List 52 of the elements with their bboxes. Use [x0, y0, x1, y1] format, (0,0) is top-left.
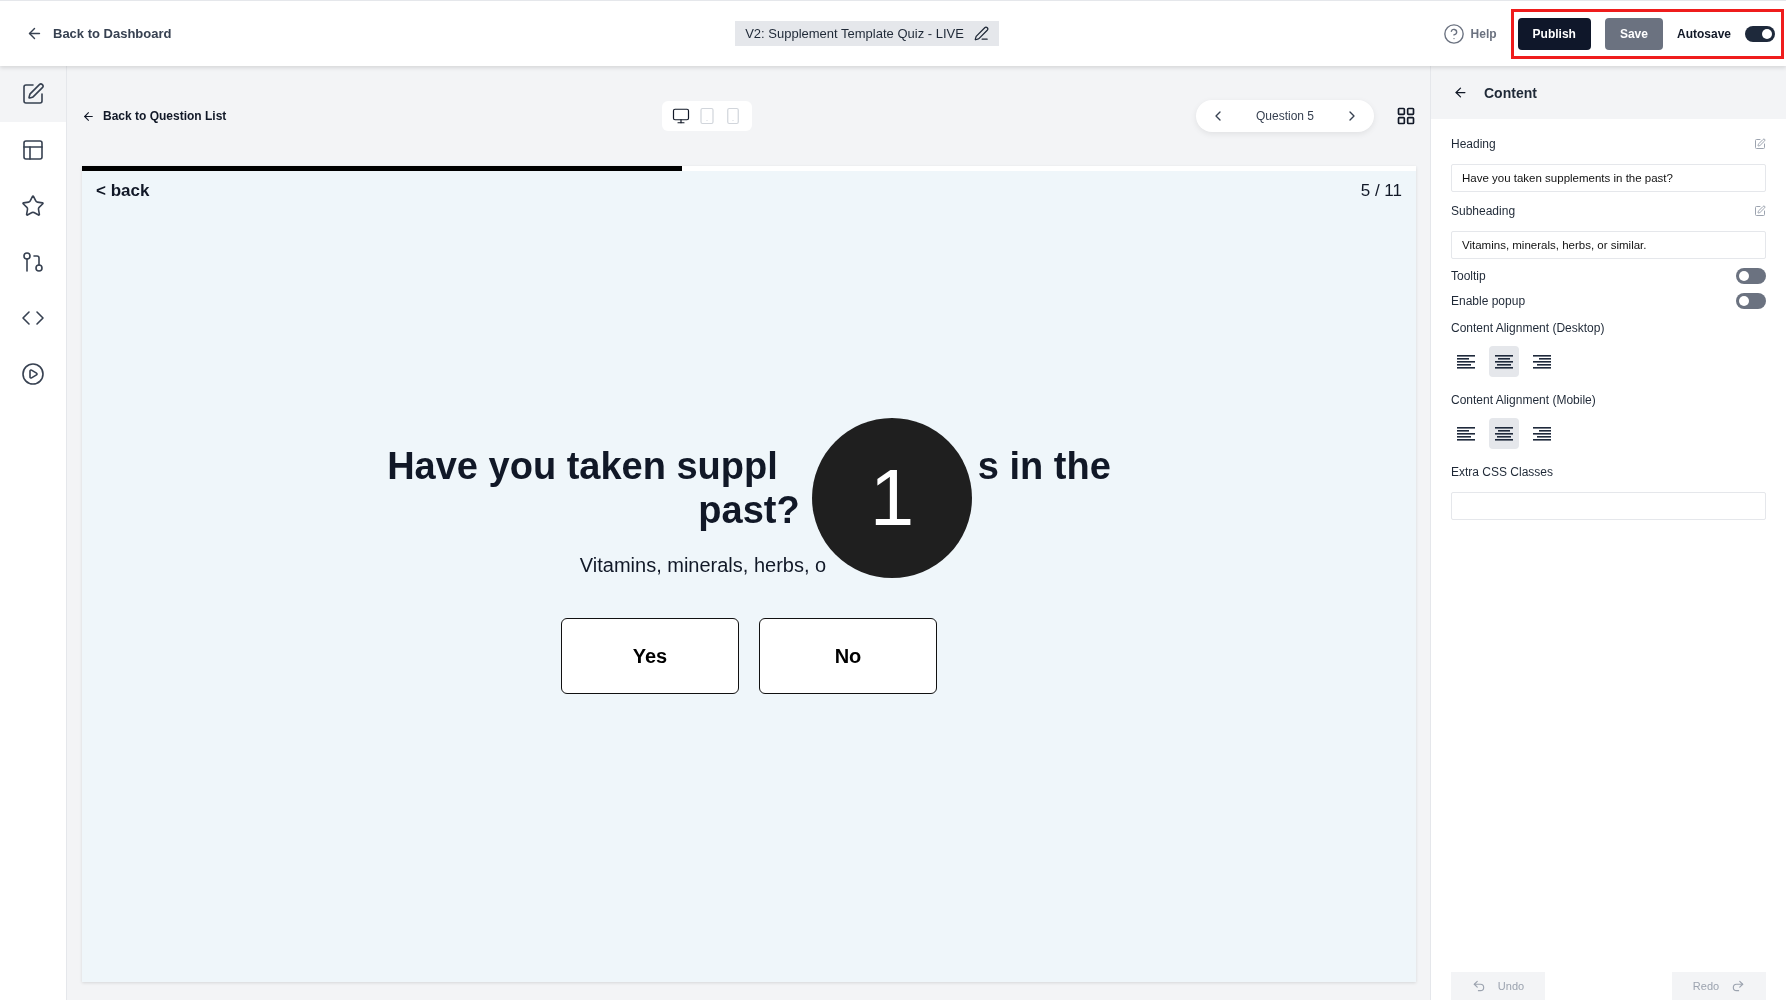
question-heading: past? [698, 488, 800, 532]
align-center-icon [1494, 354, 1514, 369]
question-subheading: Vitamins, minerals, herbs, o [579, 554, 827, 577]
field-label: Heading [1451, 136, 1496, 151]
answer-button[interactable]: No [759, 618, 937, 694]
answer-button[interactable]: Yes [561, 618, 739, 694]
field-label: Subheading [1451, 203, 1516, 218]
back-to-question-list-link[interactable]: Back to Question List [82, 109, 662, 123]
back-to-dashboard-link[interactable]: Back to Dashboard [26, 25, 172, 42]
question-counter: 5 / 11 [1360, 181, 1402, 201]
question-heading: s in the [977, 444, 1111, 488]
align-right-icon [1532, 426, 1552, 441]
toggle-switch[interactable] [1736, 267, 1766, 284]
text-field[interactable]: Have you taken supplements in the past? [1451, 164, 1766, 192]
field-label: Extra CSS Classes [1451, 464, 1554, 479]
toggle-label: Tooltip [1451, 268, 1486, 283]
play-icon [21, 362, 45, 386]
save-button[interactable]: Save [1604, 17, 1663, 50]
help-icon [1442, 22, 1465, 45]
edit-icon [21, 82, 45, 106]
alignment-button[interactable] [1489, 346, 1519, 377]
align-right-icon [1532, 354, 1552, 369]
quiz-title[interactable]: V2: Supplement Template Quiz - LIVE [735, 21, 999, 46]
redo-icon [1731, 979, 1746, 993]
alignment-button[interactable] [1489, 418, 1519, 449]
desktop-icon[interactable] [672, 107, 690, 125]
sidebar-item[interactable] [0, 66, 66, 122]
align-left-icon [1456, 426, 1476, 441]
grid-icon[interactable] [1396, 106, 1416, 126]
panel-title: Content [1484, 84, 1537, 101]
align-left-icon [1456, 354, 1476, 369]
back-icon[interactable] [1453, 85, 1468, 100]
autosave-toggle[interactable] [1745, 25, 1775, 42]
css-classes-field[interactable] [1451, 492, 1766, 520]
align-center-icon [1494, 426, 1514, 441]
help-link[interactable]: Help [1442, 22, 1497, 45]
alignment-label: Content Alignment (Mobile) [1451, 392, 1596, 407]
publish-button[interactable]: Publish [1517, 17, 1591, 50]
star-icon [21, 194, 45, 218]
back-arrow-icon [82, 109, 95, 123]
branch-icon [21, 250, 45, 274]
text-field[interactable]: Vitamins, minerals, herbs, or similar. [1451, 231, 1766, 259]
alignment-label: Content Alignment (Desktop) [1451, 320, 1605, 335]
autosave-label: Autosave [1676, 26, 1731, 41]
pencil-icon[interactable] [973, 26, 989, 41]
question-heading: Have you taken suppl [387, 444, 778, 488]
question-label: Question 5 [1255, 109, 1314, 123]
toggle-switch[interactable] [1736, 292, 1766, 309]
back-link[interactable]: < back [96, 181, 150, 201]
layout-icon [21, 138, 45, 162]
toggle-label: Enable popup [1451, 293, 1526, 308]
undo-icon [1471, 979, 1486, 993]
